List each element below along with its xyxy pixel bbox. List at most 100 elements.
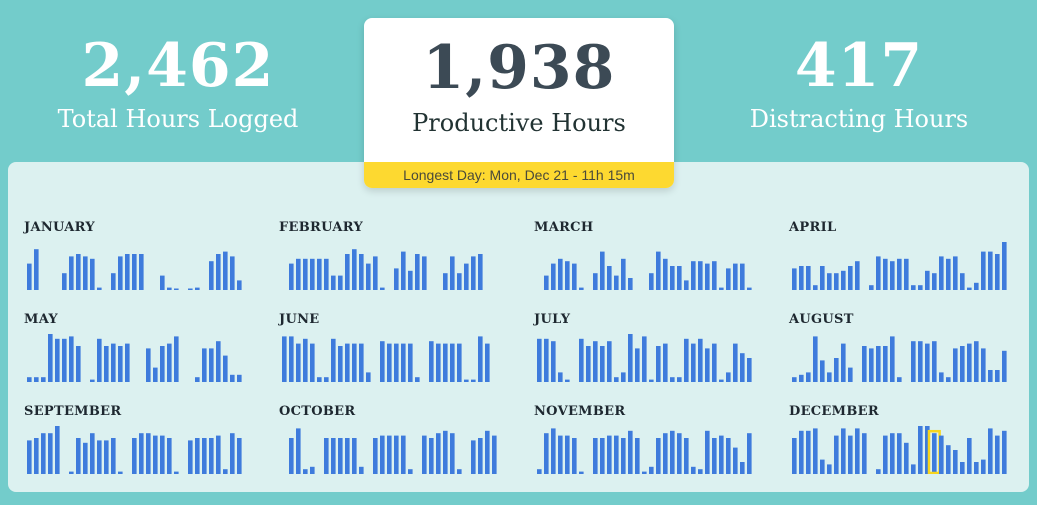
day-bar[interactable] xyxy=(1002,242,1007,290)
day-bar[interactable] xyxy=(719,379,724,382)
day-bar[interactable] xyxy=(317,377,322,382)
day-bar[interactable] xyxy=(827,464,832,474)
day-bar[interactable] xyxy=(48,334,53,382)
day-bar[interactable] xyxy=(223,251,228,290)
day-bar[interactable] xyxy=(450,256,455,290)
day-bar[interactable] xyxy=(27,263,32,290)
day-bar[interactable] xyxy=(726,372,731,382)
day-bar[interactable] xyxy=(366,372,371,382)
day-bar[interactable] xyxy=(579,287,584,290)
day-bar[interactable] xyxy=(806,430,811,474)
day-bar[interactable] xyxy=(401,343,406,382)
day-bar[interactable] xyxy=(663,258,668,290)
day-bar[interactable] xyxy=(160,275,165,290)
day-bar[interactable] xyxy=(223,355,228,382)
day-bar[interactable] xyxy=(747,287,752,290)
day-bar[interactable] xyxy=(34,249,39,290)
day-bar[interactable] xyxy=(705,430,710,474)
day-bar[interactable] xyxy=(614,435,619,474)
day-bar[interactable] xyxy=(457,343,462,382)
day-bar[interactable] xyxy=(712,343,717,382)
day-bar[interactable] xyxy=(813,336,818,382)
day-bar[interactable] xyxy=(76,254,81,290)
day-bar[interactable] xyxy=(656,346,661,382)
day-bar[interactable] xyxy=(995,254,1000,290)
day-bar[interactable] xyxy=(195,438,200,474)
day-bar[interactable] xyxy=(345,343,350,382)
day-bar[interactable] xyxy=(464,263,469,290)
day-bar[interactable] xyxy=(387,343,392,382)
day-bar[interactable] xyxy=(558,372,563,382)
day-bar[interactable] xyxy=(614,275,619,290)
day-bar[interactable] xyxy=(862,346,867,382)
day-bar[interactable] xyxy=(974,341,979,382)
day-bar[interactable] xyxy=(586,346,591,382)
day-bar[interactable] xyxy=(670,430,675,474)
day-bar[interactable] xyxy=(174,336,179,382)
day-bar[interactable] xyxy=(792,438,797,474)
day-bar[interactable] xyxy=(995,370,1000,382)
day-bar[interactable] xyxy=(656,438,661,474)
day-bar[interactable] xyxy=(614,377,619,382)
day-bar[interactable] xyxy=(443,430,448,474)
day-bar[interactable] xyxy=(296,343,301,382)
day-bar[interactable] xyxy=(600,251,605,290)
day-bar[interactable] xyxy=(537,469,542,474)
day-bar[interactable] xyxy=(408,270,413,290)
day-bar[interactable] xyxy=(911,285,916,290)
day-bar[interactable] xyxy=(981,459,986,474)
day-bar[interactable] xyxy=(202,348,207,382)
day-bar[interactable] xyxy=(946,377,951,382)
day-bar[interactable] xyxy=(443,343,448,382)
day-bar[interactable] xyxy=(216,435,221,474)
day-bar[interactable] xyxy=(478,336,483,382)
day-bar[interactable] xyxy=(69,256,74,290)
day-bar[interactable] xyxy=(593,341,598,382)
day-bar[interactable] xyxy=(111,438,116,474)
day-bar[interactable] xyxy=(670,377,675,382)
day-bar[interactable] xyxy=(988,370,993,382)
day-bar[interactable] xyxy=(684,438,689,474)
day-bar[interactable] xyxy=(485,430,490,474)
day-bar[interactable] xyxy=(799,266,804,290)
day-bar[interactable] xyxy=(621,258,626,290)
day-bar[interactable] xyxy=(544,338,549,382)
day-bar[interactable] xyxy=(478,438,483,474)
day-bar[interactable] xyxy=(132,438,137,474)
day-bar[interactable] xyxy=(366,263,371,290)
day-bar[interactable] xyxy=(331,438,336,474)
day-bar[interactable] xyxy=(118,346,123,382)
day-bar[interactable] xyxy=(408,343,413,382)
day-bar[interactable] xyxy=(635,438,640,474)
day-bar[interactable] xyxy=(726,438,731,474)
day-bar[interactable] xyxy=(656,251,661,290)
day-bar[interactable] xyxy=(352,438,357,474)
day-bar[interactable] xyxy=(799,374,804,382)
day-bar[interactable] xyxy=(289,438,294,474)
day-bar[interactable] xyxy=(174,471,179,474)
day-bar[interactable] xyxy=(897,258,902,290)
day-bar[interactable] xyxy=(345,254,350,290)
day-bar[interactable] xyxy=(946,258,951,290)
day-bar[interactable] xyxy=(230,374,235,382)
day-bar[interactable] xyxy=(237,374,242,382)
day-bar[interactable] xyxy=(600,346,605,382)
day-bar[interactable] xyxy=(621,372,626,382)
day-bar[interactable] xyxy=(719,435,724,474)
day-bar[interactable] xyxy=(607,266,612,290)
day-bar[interactable] xyxy=(478,254,483,290)
day-bar[interactable] xyxy=(422,435,427,474)
day-bar[interactable] xyxy=(167,343,172,382)
day-bar[interactable] xyxy=(712,261,717,290)
day-bar[interactable] xyxy=(450,343,455,382)
day-bar[interactable] xyxy=(111,273,116,290)
day-bar[interactable] xyxy=(663,433,668,474)
day-bar[interactable] xyxy=(209,438,214,474)
day-bar[interactable] xyxy=(691,261,696,290)
day-bar[interactable] xyxy=(988,251,993,290)
day-bar[interactable] xyxy=(939,256,944,290)
day-bar[interactable] xyxy=(635,348,640,382)
day-bar[interactable] xyxy=(565,435,570,474)
day-bar[interactable] xyxy=(974,462,979,474)
day-bar[interactable] xyxy=(939,435,944,474)
